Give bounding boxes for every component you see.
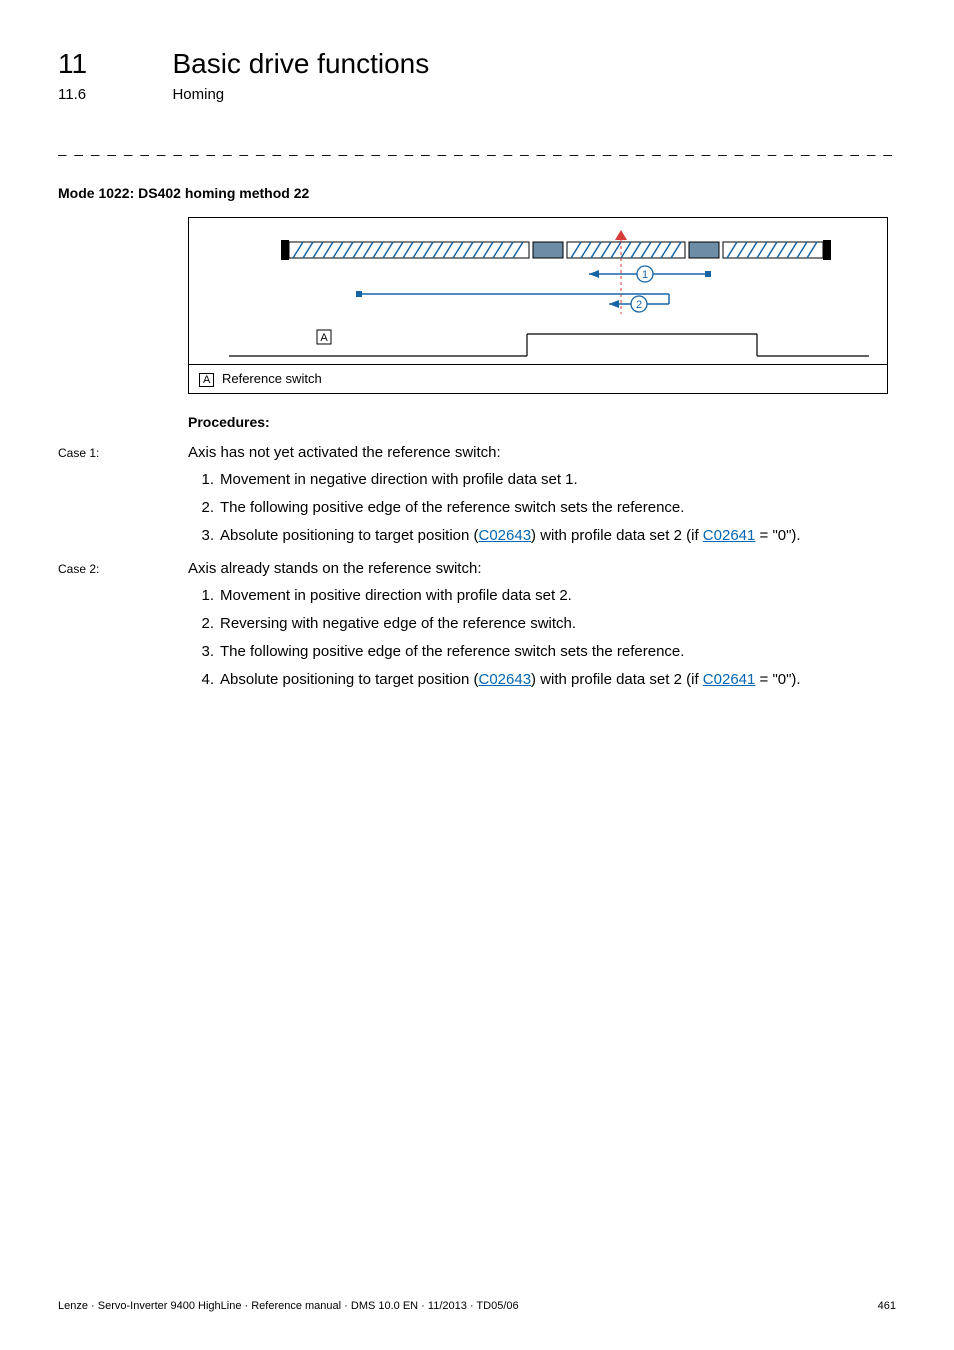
section-number: 11.6 bbox=[58, 86, 168, 103]
list-text: The following positive edge of the refer… bbox=[220, 641, 684, 663]
list-number: 1. bbox=[188, 469, 220, 491]
list-item: 2.The following positive edge of the ref… bbox=[188, 497, 896, 519]
svg-text:2: 2 bbox=[636, 299, 642, 311]
figure-legend: A Reference switch bbox=[189, 364, 887, 393]
code-link[interactable]: C02641 bbox=[703, 671, 756, 688]
chapter-number: 11 bbox=[58, 48, 168, 80]
list-number: 2. bbox=[188, 497, 220, 519]
code-link[interactable]: C02643 bbox=[479, 671, 532, 688]
case-intro: Axis already stands on the reference swi… bbox=[188, 560, 481, 577]
list-text: Reversing with negative edge of the refe… bbox=[220, 613, 576, 635]
case-intro: Axis has not yet activated the reference… bbox=[188, 444, 501, 461]
chapter-header: 11 Basic drive functions bbox=[58, 48, 896, 80]
list-item: 4.Absolute positioning to target positio… bbox=[188, 669, 896, 691]
legend-tag: A bbox=[199, 373, 214, 387]
case-label: Case 1: bbox=[58, 444, 188, 461]
section-title: Homing bbox=[172, 86, 224, 103]
case-row: Case 1:Axis has not yet activated the re… bbox=[58, 444, 896, 461]
chapter-title: Basic drive functions bbox=[172, 48, 429, 80]
list-text: Movement in positive direction with prof… bbox=[220, 585, 572, 607]
svg-text:A: A bbox=[320, 332, 328, 344]
svg-text:1: 1 bbox=[642, 269, 648, 281]
list-text: The following positive edge of the refer… bbox=[220, 497, 684, 519]
list-number: 3. bbox=[188, 641, 220, 663]
mode-heading: Mode 1022: DS402 homing method 22 bbox=[58, 185, 896, 201]
homing-diagram: 1 2 A bbox=[189, 218, 887, 364]
footer-page-number: 461 bbox=[878, 1300, 896, 1312]
case-label: Case 2: bbox=[58, 560, 188, 577]
list-item: 1.Movement in positive direction with pr… bbox=[188, 585, 896, 607]
list-number: 2. bbox=[188, 613, 220, 635]
legend-text: Reference switch bbox=[222, 371, 322, 386]
procedures-heading: Procedures: bbox=[188, 414, 896, 430]
list-text: Absolute positioning to target position … bbox=[220, 525, 801, 547]
footer-left: Lenze · Servo-Inverter 9400 HighLine · R… bbox=[58, 1300, 519, 1312]
code-link[interactable]: C02643 bbox=[479, 527, 532, 544]
list-item: 3.Absolute positioning to target positio… bbox=[188, 525, 896, 547]
list-number: 1. bbox=[188, 585, 220, 607]
list-item: 1.Movement in negative direction with pr… bbox=[188, 469, 896, 491]
list-item: 3.The following positive edge of the ref… bbox=[188, 641, 896, 663]
list-text: Absolute positioning to target position … bbox=[220, 669, 801, 691]
figure: 1 2 A A Reference bbox=[188, 217, 888, 394]
list-number: 4. bbox=[188, 669, 220, 691]
list-item: 2.Reversing with negative edge of the re… bbox=[188, 613, 896, 635]
numbered-list: 1.Movement in positive direction with pr… bbox=[188, 585, 896, 690]
list-text: Movement in negative direction with prof… bbox=[220, 469, 578, 491]
divider: _ _ _ _ _ _ _ _ _ _ _ _ _ _ _ _ _ _ _ _ … bbox=[58, 140, 896, 157]
list-number: 3. bbox=[188, 525, 220, 547]
numbered-list: 1.Movement in negative direction with pr… bbox=[188, 469, 896, 546]
code-link[interactable]: C02641 bbox=[703, 527, 756, 544]
section-header: 11.6 Homing bbox=[58, 86, 896, 104]
case-row: Case 2:Axis already stands on the refere… bbox=[58, 560, 896, 577]
page-footer: Lenze · Servo-Inverter 9400 HighLine · R… bbox=[58, 1300, 896, 1312]
